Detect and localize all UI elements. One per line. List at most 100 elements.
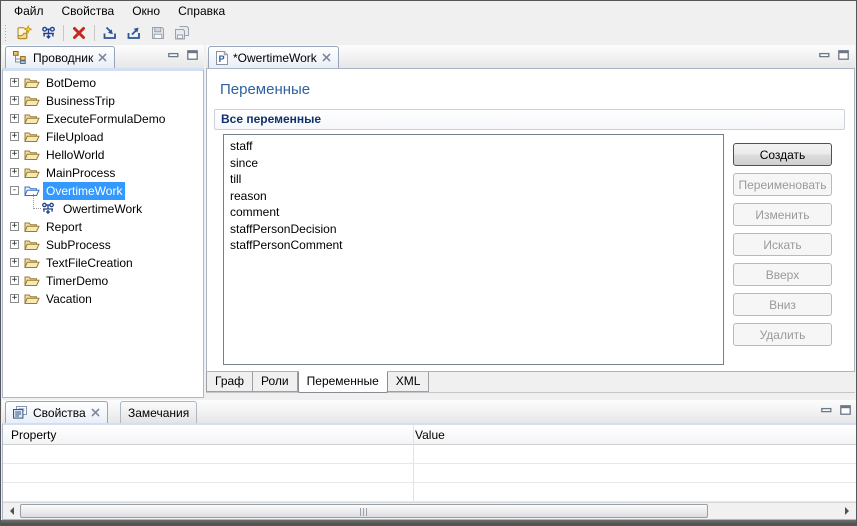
variable-item[interactable]: staff [224,138,723,155]
tree-item-label: Report [46,220,83,234]
menu-bar: Файл Свойства Окно Справка [1,1,856,21]
tab-roles[interactable]: Роли [253,372,298,392]
tree-item[interactable]: ExecuteFormulaDemo [3,110,203,128]
rename-button: Переименовать [733,173,832,196]
maximize-icon[interactable] [838,50,849,60]
explorer-tabstrip: Проводник [2,45,204,68]
tree-item[interactable]: TextFileCreation [3,254,203,272]
folder-icon [24,256,40,269]
expand-icon[interactable] [10,96,19,105]
tab-xml[interactable]: XML [387,372,430,392]
expand-icon[interactable] [10,150,19,159]
variable-actions: Создать Переименовать Изменить Искать Вв… [733,143,832,353]
tab-variables[interactable]: Переменные [297,371,388,393]
tree-item[interactable]: BotDemo [3,74,203,92]
horizontal-scrollbar[interactable] [3,502,856,519]
tree-item[interactable]: MainProcess [3,164,203,182]
collapse-icon[interactable] [10,186,19,195]
minimize-icon[interactable] [821,405,832,415]
expand-icon[interactable] [10,78,19,87]
tree-item[interactable]: HelloWorld [3,146,203,164]
tree-item-label: BusinessTrip [46,94,115,108]
variable-item[interactable]: staffPersonDecision [224,221,723,238]
expand-icon[interactable] [10,132,19,141]
folder-icon [24,220,40,233]
delete-button[interactable] [67,23,91,44]
new-process-button[interactable] [12,23,36,44]
application-window: Файл Свойства Окно Справка Проводник + B… [0,0,857,526]
bot-station-icon [41,26,56,41]
scroll-right-arrow[interactable] [839,503,856,519]
properties-tabstrip: Свойства Замечания [2,400,856,423]
project-tree[interactable]: BotDemo BusinessTrip ExecuteFormulaDemo … [3,71,203,397]
variable-item[interactable]: till [224,171,723,188]
import-button[interactable] [98,23,122,44]
expand-icon[interactable] [10,240,19,249]
menu-properties[interactable]: Свойства [53,2,124,20]
export-button[interactable] [122,23,146,44]
folder-icon [24,274,40,287]
expand-icon[interactable] [10,168,19,177]
expand-icon[interactable] [10,258,19,267]
menu-file[interactable]: Файл [5,2,53,20]
maximize-icon[interactable] [840,405,851,415]
maximize-icon[interactable] [187,50,198,60]
tab-owertimework-editor[interactable]: *OwertimeWork [208,46,339,68]
variable-item[interactable]: since [224,155,723,172]
variable-item[interactable]: comment [224,204,723,221]
scrollbar-thumb[interactable] [20,504,708,518]
scroll-left-arrow[interactable] [3,503,20,519]
create-button[interactable]: Создать [733,143,832,166]
bot-station-button[interactable] [36,23,60,44]
expand-icon[interactable] [10,294,19,303]
expand-icon[interactable] [10,222,19,231]
variable-item[interactable]: reason [224,188,723,205]
editor-tabstrip: *OwertimeWork [206,45,855,68]
tree-item[interactable]: Vacation [3,290,203,308]
tree-item-label: FileUpload [46,130,104,144]
folder-icon [24,238,40,251]
column-header-value[interactable]: Value [415,425,445,445]
tree-item-label: MainProcess [46,166,116,180]
properties-table: Property Value [2,423,856,520]
tab-properties[interactable]: Свойства [5,401,108,423]
toolbar-grip[interactable] [5,25,8,41]
tree-item[interactable]: FileUpload [3,128,203,146]
tree-item[interactable]: OwertimeWork [3,194,203,218]
tab-explorer[interactable]: Проводник [5,46,116,68]
close-icon[interactable] [322,53,331,62]
expand-icon[interactable] [10,276,19,285]
toolbar-separator [63,25,64,41]
toolbar-separator [94,25,95,41]
explorer-tree-body: BotDemo BusinessTrip ExecuteFormulaDemo … [2,68,204,398]
main-toolbar [1,21,856,45]
minimize-icon[interactable] [819,50,830,60]
menu-help[interactable]: Справка [169,2,234,20]
tree-item-label: HelloWorld [46,148,105,162]
tree-item[interactable]: BusinessTrip [3,92,203,110]
folder-icon [24,76,40,89]
explorer-panel: Проводник BotDemo BusinessTrip ExecuteFo… [2,45,204,398]
tab-label: Замечания [128,405,190,420]
tab-remarks[interactable]: Замечания [120,401,198,423]
process-file-icon [216,51,228,65]
tree-item[interactable]: SubProcess [3,236,203,254]
close-icon[interactable] [91,408,100,417]
expand-icon[interactable] [10,114,19,123]
editor-panel: *OwertimeWork Переменные Все переменные … [206,45,855,398]
column-header-property[interactable]: Property [11,425,56,445]
menu-window[interactable]: Окно [123,2,169,20]
variable-item[interactable]: staffPersonComment [224,237,723,254]
variables-list[interactable]: staff since till reason comment staffPer… [223,134,724,365]
tree-connector [33,194,41,209]
table-row [3,445,856,464]
minimize-icon[interactable] [168,50,179,60]
tree-item[interactable]: Report [3,218,203,236]
tree-item[interactable]: TimerDemo [3,272,203,290]
close-icon[interactable] [98,53,107,62]
save-all-button [170,23,194,44]
tab-graph[interactable]: Граф [206,372,254,392]
tab-label: Свойства [33,405,86,420]
import-icon [102,25,118,41]
tree-item-label: Vacation [46,292,92,306]
